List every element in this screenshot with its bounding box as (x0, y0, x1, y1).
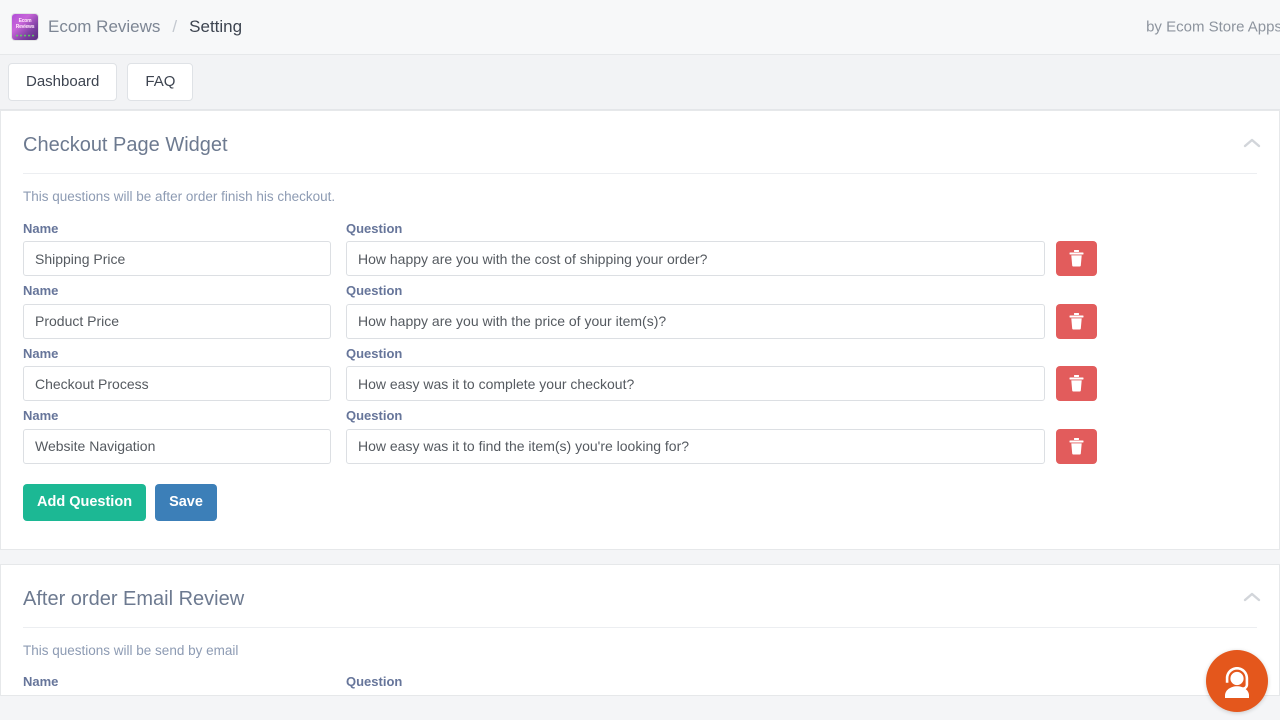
breadcrumb-app-name[interactable]: Ecom Reviews (48, 17, 160, 37)
app-header: Ecom Reviews Ecom Reviews / Setting by E… (0, 0, 1280, 55)
page-title: Checkout Page Widget (23, 134, 228, 156)
tab-faq[interactable]: FAQ (127, 63, 194, 101)
card-header: Checkout Page Widget (23, 111, 1261, 174)
name-input[interactable] (23, 241, 331, 277)
question-input[interactable] (346, 366, 1045, 402)
ecom-reviews-app-logo: Ecom Reviews (12, 14, 38, 40)
card-description: This questions will be send by email (23, 642, 239, 658)
question-input[interactable] (346, 303, 1045, 339)
breadcrumb: Ecom Reviews Ecom Reviews / Setting (12, 14, 242, 40)
vendor-credit: by Ecom Store Apps (1146, 18, 1280, 36)
page-title: After order Email Review (23, 587, 245, 610)
delete-question-button[interactable] (1056, 241, 1097, 277)
delete-question-button[interactable] (1056, 428, 1097, 464)
breadcrumb-current-page: Setting (189, 17, 243, 36)
logo-text-line2: Reviews (15, 24, 35, 30)
name-label: Name (23, 674, 59, 690)
tab-bar: Dashboard FAQ (0, 55, 1280, 110)
question-row-headers: Name Question (23, 667, 1257, 695)
question-label: Question (346, 345, 403, 361)
card-description: This questions will be after order finis… (23, 189, 336, 204)
card-header: After order Email Review (23, 565, 1261, 628)
name-label: Name (23, 283, 59, 299)
question-input[interactable] (346, 428, 1045, 464)
question-row: Name Question (23, 339, 1257, 402)
support-agent-icon (1217, 661, 1257, 701)
chevron-up-icon[interactable] (1241, 135, 1263, 151)
name-label: Name (23, 408, 59, 424)
checkout-page-widget-card: Checkout Page Widget This questions will… (0, 110, 1280, 550)
chevron-up-icon[interactable] (1241, 589, 1263, 605)
question-label: Question (346, 283, 403, 299)
breadcrumb-separator: / (172, 17, 178, 36)
after-order-email-review-card: After order Email Review This questions … (0, 563, 1280, 696)
name-label: Name (23, 345, 59, 361)
delete-spacer-label (1056, 408, 1097, 424)
tab-dashboard[interactable]: Dashboard (8, 63, 118, 101)
question-row: Name Question (23, 214, 1257, 277)
name-input[interactable] (23, 303, 331, 339)
card-actions: Add Question Save (23, 464, 1257, 549)
name-label: Name (23, 220, 59, 236)
trash-icon (1069, 375, 1084, 392)
delete-question-button[interactable] (1056, 303, 1097, 339)
trash-icon (1069, 250, 1084, 267)
question-label: Question (346, 408, 403, 424)
delete-spacer-label (1056, 283, 1097, 299)
question-row: Name Question (23, 401, 1257, 464)
delete-spacer-label (1056, 221, 1097, 237)
support-chat-button[interactable] (1206, 650, 1268, 712)
name-input[interactable] (23, 428, 331, 464)
delete-spacer-label (1056, 346, 1097, 362)
question-label: Question (346, 674, 403, 690)
question-row: Name Question (23, 276, 1257, 339)
trash-icon (1069, 312, 1084, 330)
save-button[interactable]: Save (155, 483, 217, 521)
trash-icon (1069, 437, 1084, 455)
card-divider (0, 549, 1280, 564)
add-question-button[interactable]: Add Question (23, 483, 147, 521)
question-input[interactable] (346, 241, 1045, 277)
question-label: Question (346, 220, 403, 236)
name-input[interactable] (23, 366, 331, 402)
delete-question-button[interactable] (1056, 366, 1097, 402)
logo-stars-icon (12, 34, 38, 37)
